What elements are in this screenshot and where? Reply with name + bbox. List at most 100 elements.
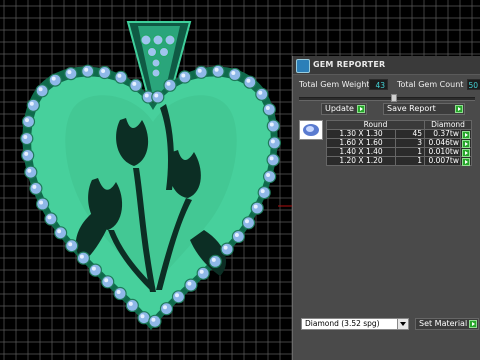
gem-slider[interactable] xyxy=(299,94,475,102)
gem-highlight xyxy=(245,219,249,224)
gem-stone xyxy=(53,226,68,240)
save-report-button[interactable]: Save Report xyxy=(383,103,465,115)
gem-stone xyxy=(129,78,143,93)
material-select-value: Diamond (3.52 spg) xyxy=(305,319,380,328)
gem-stone xyxy=(196,266,210,280)
row-go-button[interactable] xyxy=(460,156,472,166)
round-gem-icon[interactable] xyxy=(299,120,323,140)
gem-stone xyxy=(211,64,225,78)
gem-highlight xyxy=(68,242,73,247)
gem-highlight xyxy=(57,229,62,234)
gem-highlight xyxy=(253,204,258,209)
gem-highlight xyxy=(140,314,145,319)
chevron-down-icon[interactable] xyxy=(397,319,408,329)
gem-stone xyxy=(21,148,35,162)
gem-stone xyxy=(65,239,79,253)
row-go-button[interactable] xyxy=(460,147,472,157)
gem-highlight xyxy=(117,73,122,78)
gem-highlight xyxy=(269,122,274,127)
gem-stone xyxy=(184,278,198,292)
gem-highlight xyxy=(47,215,52,220)
gem-stone xyxy=(266,153,280,167)
gem-stone xyxy=(220,242,234,256)
row-go-button[interactable] xyxy=(460,129,472,139)
gem-highlight xyxy=(199,269,204,274)
gem-highlight xyxy=(38,87,43,92)
gem-stone xyxy=(267,136,281,150)
total-gem-count-field[interactable]: 50 xyxy=(467,79,480,90)
gem-stone xyxy=(35,84,49,98)
gem-stone xyxy=(171,290,186,304)
gem-highlight xyxy=(234,233,239,237)
gem-stone xyxy=(208,254,222,268)
gem-stone xyxy=(148,314,162,328)
table-row[interactable]: 1.20 X 1.20 1 0.007tw xyxy=(326,156,472,166)
total-gem-weight-label: Total Gem Weight xyxy=(299,80,370,89)
gem-highlight xyxy=(24,151,29,156)
gem-highlight xyxy=(258,90,263,95)
green-arrow-icon xyxy=(469,320,477,328)
gem-highlight xyxy=(265,106,270,110)
green-arrow-icon xyxy=(357,105,365,113)
gem-highlight xyxy=(23,135,28,139)
gem-stone xyxy=(88,263,103,277)
gem-highlight xyxy=(144,93,149,98)
gem-stone xyxy=(262,102,276,117)
gem-stone xyxy=(266,119,280,133)
gem-stone xyxy=(24,165,38,179)
gem-stone xyxy=(241,216,256,230)
gem-stone xyxy=(151,90,165,104)
gem-highlight xyxy=(29,101,34,106)
gem-reporter-panel: GEM REPORTER Total Gem Weight 43 Total G… xyxy=(292,56,480,360)
gem-highlight xyxy=(181,73,186,78)
save-report-button-label: Save Report xyxy=(387,104,436,113)
gem-stone xyxy=(44,212,58,226)
gem-highlight xyxy=(269,156,274,161)
gem-highlight xyxy=(166,81,171,86)
update-button[interactable]: Update xyxy=(321,103,367,115)
gem-stone xyxy=(114,70,128,84)
gem-stone xyxy=(194,65,208,79)
gem-stone xyxy=(64,66,78,81)
gem-stone xyxy=(163,78,177,92)
gem-highlight xyxy=(51,76,56,81)
gem-highlight xyxy=(151,317,156,322)
gem-count: 1 xyxy=(395,156,425,166)
gem-highlight xyxy=(231,71,236,75)
gem-highlight xyxy=(260,189,265,194)
green-arrow-icon xyxy=(462,158,470,166)
gem-highlight xyxy=(104,278,109,283)
gem-weight: 0.007tw xyxy=(424,156,461,166)
gem-stone xyxy=(231,229,245,244)
material-select[interactable]: Diamond (3.52 spg) xyxy=(301,318,409,330)
update-button-label: Update xyxy=(325,104,354,113)
gem-highlight xyxy=(91,266,96,271)
gem-stone xyxy=(178,70,192,84)
panel-titlebar: GEM REPORTER xyxy=(293,56,480,75)
gem-highlight xyxy=(79,254,84,259)
gem-highlight xyxy=(27,168,32,173)
slider-track xyxy=(299,97,475,101)
slider-thumb[interactable] xyxy=(391,94,397,102)
gem-stone xyxy=(243,75,257,89)
gem-highlight xyxy=(25,118,29,123)
gem-highlight xyxy=(128,301,133,306)
set-material-button[interactable]: Set Material xyxy=(415,318,479,330)
total-gem-weight-field[interactable]: 43 xyxy=(369,79,388,90)
gem-stone xyxy=(137,311,151,325)
gem-reporter-app-icon xyxy=(296,59,310,73)
gem-highlight xyxy=(187,281,192,286)
gem-highlight xyxy=(39,200,44,205)
row-go-button[interactable] xyxy=(460,138,472,148)
gem-stone xyxy=(257,186,271,200)
gem-stone xyxy=(263,169,277,184)
gem-stone xyxy=(228,67,242,82)
gem-highlight xyxy=(266,173,271,177)
gem-highlight xyxy=(197,68,202,73)
gem-stone xyxy=(35,197,50,211)
gem-highlight xyxy=(175,293,179,298)
gem-stone xyxy=(255,87,269,101)
gem-stone xyxy=(125,298,139,312)
gem-highlight xyxy=(214,67,219,72)
gem-stone xyxy=(159,302,174,316)
